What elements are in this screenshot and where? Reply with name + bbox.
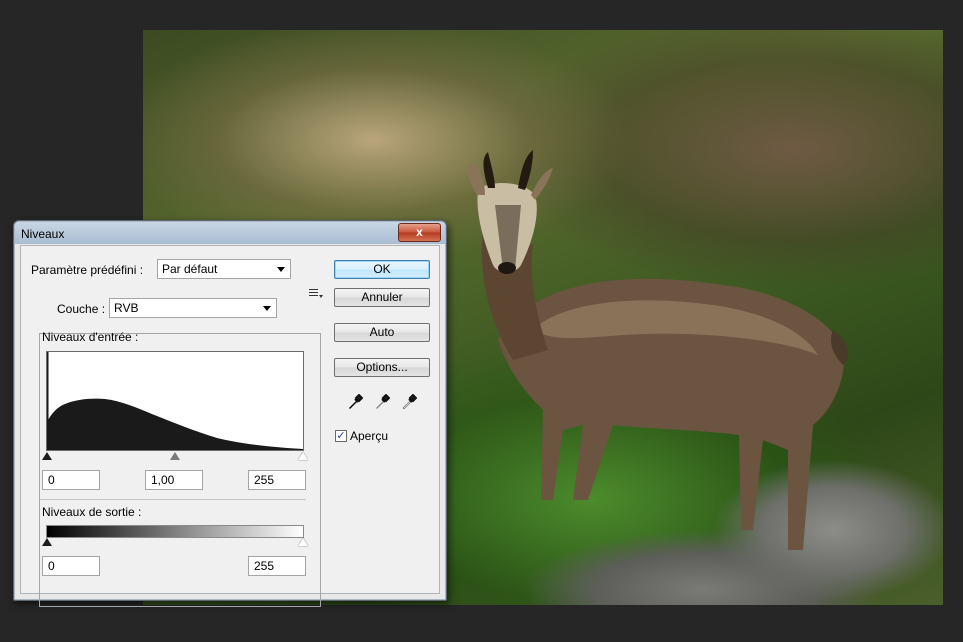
divider (40, 499, 306, 500)
close-button[interactable]: x (398, 223, 441, 242)
preset-label: Paramètre prédéfini : (31, 263, 144, 277)
input-white-slider[interactable] (298, 452, 308, 460)
input-gamma-value: 1,00 (151, 473, 175, 487)
output-black-value: 0 (48, 559, 55, 573)
input-gamma-slider[interactable] (170, 452, 180, 460)
close-icon: x (416, 225, 423, 239)
preview-checkbox[interactable]: ✓ (335, 430, 347, 442)
histogram-graph (47, 352, 303, 450)
preview-label: Aperçu (350, 429, 389, 443)
input-black-value: 0 (48, 473, 55, 487)
chevron-down-icon (277, 267, 285, 272)
output-gradient (46, 525, 304, 538)
input-black-slider[interactable] (42, 452, 52, 460)
channel-label: Couche : (51, 302, 112, 316)
options-button[interactable]: Options... (334, 358, 430, 377)
output-black-field[interactable]: 0 (42, 556, 100, 576)
eyedropper-gray-icon[interactable] (374, 394, 390, 410)
input-levels-label: Niveaux d'entrée : (42, 330, 139, 344)
chevron-down-icon (263, 306, 271, 311)
levels-dialog: Niveaux x Paramètre prédéfini : Par défa… (13, 220, 447, 607)
preset-select[interactable]: Par défaut (157, 259, 291, 279)
dialog-titlebar[interactable]: Niveaux x (15, 222, 445, 244)
auto-button[interactable]: Auto (334, 323, 430, 342)
output-levels-label: Niveaux de sortie : (42, 505, 142, 519)
output-white-value: 255 (254, 559, 275, 573)
cancel-button[interactable]: Annuler (334, 288, 430, 307)
ok-button[interactable]: OK (334, 260, 430, 279)
input-white-field[interactable]: 255 (248, 470, 306, 490)
output-white-field[interactable]: 255 (248, 556, 306, 576)
channel-select[interactable]: RVB (109, 298, 277, 318)
input-black-field[interactable]: 0 (42, 470, 100, 490)
input-white-value: 255 (254, 473, 275, 487)
preset-value: Par défaut (162, 262, 218, 276)
eyedropper-white-icon[interactable] (401, 394, 417, 410)
histogram (46, 351, 304, 451)
input-gamma-field[interactable]: 1,00 (145, 470, 203, 490)
eyedropper-black-icon[interactable] (347, 394, 363, 410)
output-white-slider[interactable] (298, 538, 308, 546)
check-icon: ✓ (336, 430, 346, 442)
channel-value: RVB (114, 301, 139, 315)
output-black-slider[interactable] (42, 538, 52, 546)
dialog-body: Paramètre prédéfini : Par défaut Couche … (20, 245, 440, 607)
dialog-title: Niveaux (21, 227, 65, 241)
preset-menu-icon[interactable] (309, 288, 323, 300)
